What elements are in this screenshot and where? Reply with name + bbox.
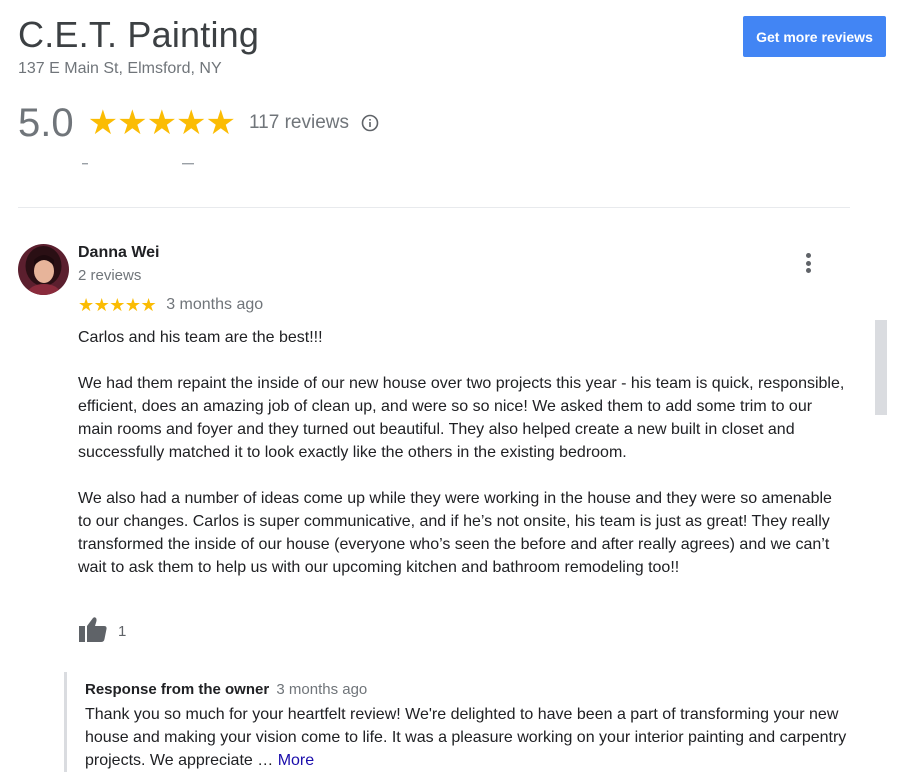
- star-rating: ★★★★★: [87, 104, 236, 142]
- owner-response-label: Response from the owner: [85, 681, 270, 698]
- avatar[interactable]: [18, 244, 69, 295]
- review-date: 3 months ago: [166, 296, 264, 313]
- review-paragraph: We had them repaint the inside of our ne…: [78, 375, 845, 461]
- review-rating-row: ★★★★★ 3 months ago: [78, 294, 263, 316]
- average-rating: 5.0: [18, 100, 74, 145]
- owner-response-header: Response from the owner 3 months ago: [85, 680, 854, 699]
- reviewer-review-count: 2 reviews: [78, 267, 142, 284]
- review-text: Carlos and his team are the best!!! We h…: [78, 326, 848, 602]
- owner-response-date: 3 months ago: [276, 681, 368, 698]
- info-circle-icon[interactable]: [361, 114, 379, 132]
- review-paragraph: Carlos and his team are the best!!!: [78, 329, 323, 346]
- scrollbar-thumb[interactable]: [875, 320, 887, 415]
- clipped-filter-chips: [82, 163, 194, 165]
- review-star-rating: ★★★★★: [78, 294, 157, 315]
- owner-response-body: Thank you so much for your heartfelt rev…: [85, 706, 847, 769]
- rating-summary: 5.0 ★★★★★ 117 reviews: [18, 98, 379, 148]
- like-row: 1: [78, 616, 126, 646]
- business-address: 137 E Main St, Elmsford, NY: [18, 60, 222, 77]
- like-count: 1: [118, 622, 127, 640]
- more-link[interactable]: More: [278, 752, 314, 769]
- get-more-reviews-button[interactable]: Get more reviews: [743, 16, 886, 57]
- business-name: C.E.T. Painting: [18, 14, 260, 55]
- review-count[interactable]: 117 reviews: [249, 112, 349, 134]
- divider: [18, 207, 850, 208]
- thumbs-up-icon[interactable]: [78, 615, 108, 648]
- reviewer-name[interactable]: Danna Wei: [78, 244, 160, 262]
- owner-response: Response from the owner 3 months ago Tha…: [64, 672, 854, 772]
- review-paragraph: We also had a number of ideas come up wh…: [78, 490, 832, 576]
- more-vert-icon[interactable]: [798, 250, 818, 276]
- owner-response-text: Thank you so much for your heartfelt rev…: [85, 703, 853, 772]
